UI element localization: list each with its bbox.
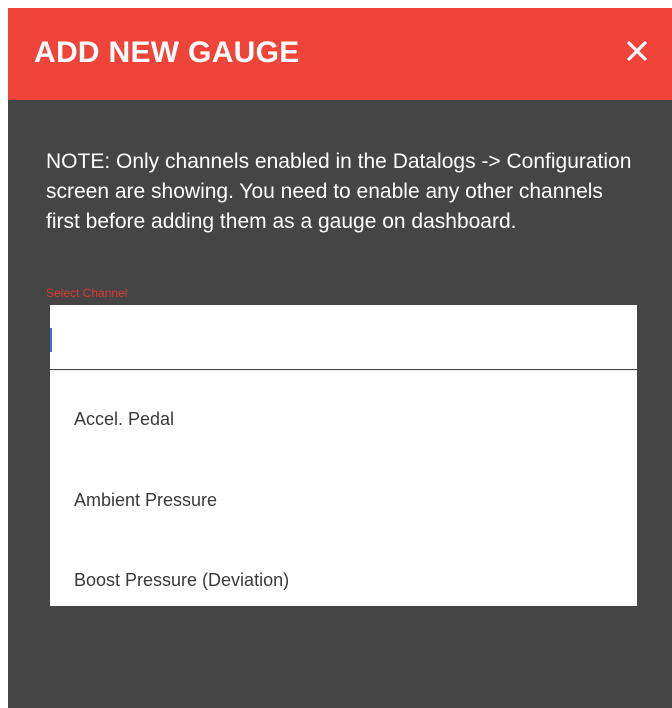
dialog-header: ADD NEW GAUGE: [8, 8, 672, 100]
text-caret: [50, 328, 52, 352]
close-button[interactable]: [620, 34, 654, 68]
note-text: NOTE: Only channels enabled in the Datal…: [46, 150, 632, 233]
dropdown-option-accel-pedal[interactable]: Accel. Pedal: [50, 389, 637, 449]
add-gauge-dialog: ADD NEW GAUGE NOTE: Only channels enable…: [8, 8, 672, 708]
channel-search-input[interactable]: [50, 305, 637, 369]
dropdown-option-boost-pressure-deviation[interactable]: Boost Pressure (Deviation): [50, 550, 637, 610]
dialog-title: ADD NEW GAUGE: [34, 36, 300, 69]
select-channel-label: Select Channel: [46, 286, 128, 300]
channel-dropdown-list: Accel. Pedal Ambient Pressure Boost Pres…: [50, 370, 637, 606]
close-icon: [627, 41, 647, 61]
dropdown-option-ambient-pressure[interactable]: Ambient Pressure: [50, 470, 637, 530]
